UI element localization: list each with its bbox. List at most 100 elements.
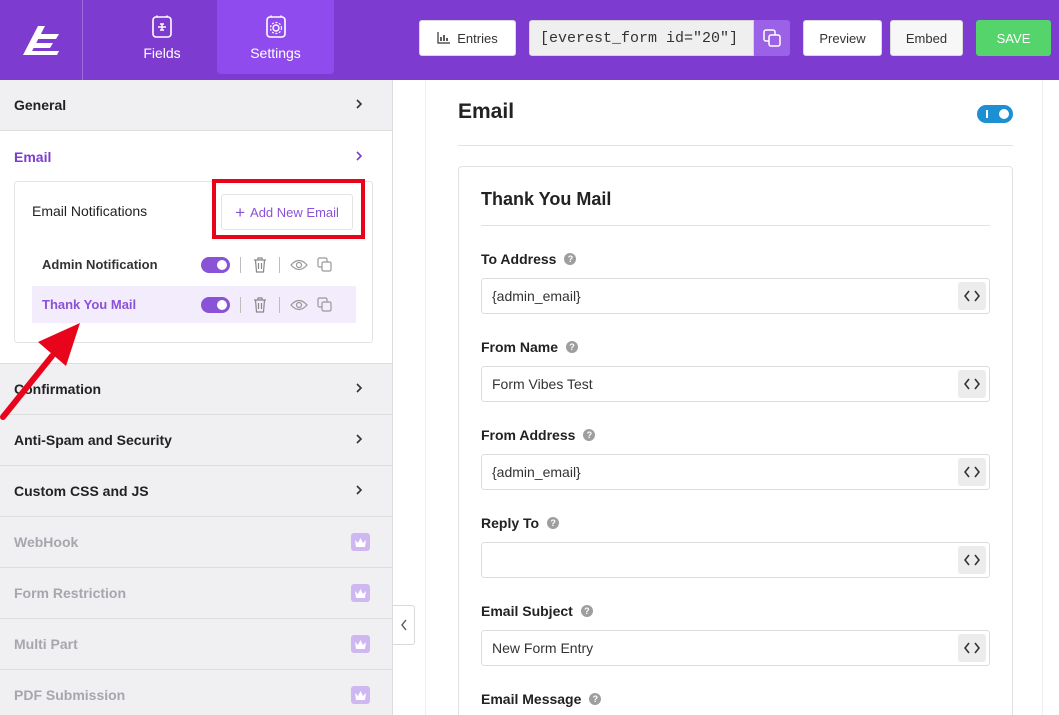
- divider: [279, 296, 280, 313]
- highlight-annotation-box: [212, 179, 365, 239]
- embed-button[interactable]: Embed: [890, 20, 963, 56]
- field-value: {admin_email}: [492, 464, 581, 480]
- notification-row-thank-you[interactable]: Thank You Mail: [32, 286, 356, 323]
- email-settings-panel: Email Thank You Mail To Address ? {admin…: [425, 80, 1043, 715]
- sidebar-item-form-restriction[interactable]: Form Restriction: [0, 568, 392, 619]
- help-icon[interactable]: ?: [564, 253, 577, 265]
- sidebar-item-label: Form Restriction: [14, 585, 127, 601]
- smart-tags-icon[interactable]: [958, 370, 986, 398]
- divider: [458, 145, 1013, 146]
- to-address-input[interactable]: {admin_email}: [481, 278, 990, 314]
- email-template-card: Thank You Mail To Address ? {admin_email…: [458, 166, 1013, 715]
- chevron-right-icon: [356, 485, 363, 495]
- email-enable-toggle[interactable]: [977, 105, 1013, 123]
- email-subject-input[interactable]: New Form Entry: [481, 630, 990, 666]
- divider: [240, 256, 241, 273]
- sidebar-item-label: PDF Submission: [14, 687, 126, 703]
- divider: [481, 225, 990, 226]
- notification-label: Admin Notification: [42, 257, 158, 272]
- trash-icon[interactable]: [251, 256, 269, 274]
- tab-settings[interactable]: Settings: [217, 0, 334, 74]
- sidebar-item-label: WebHook: [14, 534, 79, 550]
- red-arrow-annotation: [0, 323, 80, 420]
- field-value: New Form Entry: [492, 640, 594, 656]
- sidebar-item-custom-css-js[interactable]: Custom CSS and JS: [0, 466, 392, 517]
- from-address-input[interactable]: {admin_email}: [481, 454, 990, 490]
- eye-icon[interactable]: [290, 296, 308, 314]
- field-label-text: From Address: [481, 427, 576, 443]
- eye-icon[interactable]: [290, 256, 308, 274]
- smart-tags-icon[interactable]: [958, 282, 986, 310]
- settings-doc-icon: [265, 15, 286, 38]
- divider: [240, 296, 241, 313]
- tab-fields[interactable]: Fields: [107, 0, 217, 74]
- from-name-input[interactable]: Form Vibes Test: [481, 366, 990, 402]
- notification-tools: [201, 246, 334, 283]
- chevron-right-icon[interactable]: [352, 149, 366, 163]
- duplicate-icon[interactable]: [316, 296, 334, 314]
- sidebar-item-general[interactable]: General: [0, 80, 392, 131]
- chevron-right-icon: [356, 383, 363, 393]
- field-value: Form Vibes Test: [492, 376, 593, 392]
- page-title: Email: [458, 100, 515, 123]
- shortcode-field[interactable]: [everest_form id="20"]: [529, 20, 754, 56]
- tab-fields-label: Fields: [143, 44, 181, 61]
- chevron-left-icon: [400, 619, 407, 631]
- divider: [279, 256, 280, 273]
- help-icon[interactable]: ?: [589, 693, 602, 705]
- preview-button[interactable]: Preview: [803, 20, 882, 56]
- field-label-text: From Name: [481, 339, 559, 355]
- field-label-text: To Address: [481, 251, 557, 267]
- card-title: Thank You Mail: [481, 189, 612, 209]
- notification-toggle[interactable]: [201, 256, 230, 273]
- top-bar: Fields Settings Entries [everest_form id…: [0, 0, 1059, 80]
- help-icon[interactable]: ?: [580, 605, 593, 617]
- tab-settings-label: Settings: [250, 44, 301, 61]
- pro-crown-icon: [351, 533, 370, 551]
- pro-crown-icon: [351, 635, 370, 653]
- sidebar-item-label: Multi Part: [14, 636, 78, 652]
- to-address-label: To Address ?: [481, 251, 577, 267]
- smart-tags-icon[interactable]: [958, 546, 986, 574]
- chevron-right-icon: [356, 99, 363, 109]
- copy-icon: [763, 29, 781, 47]
- pro-crown-icon: [351, 686, 370, 704]
- copy-shortcode-button[interactable]: [754, 20, 790, 56]
- chevron-right-icon: [356, 434, 363, 444]
- notification-tools: [201, 286, 334, 323]
- reply-to-input[interactable]: [481, 542, 990, 578]
- help-icon[interactable]: ?: [583, 429, 596, 441]
- duplicate-icon[interactable]: [316, 256, 334, 274]
- notification-label: Thank You Mail: [42, 297, 137, 312]
- reply-to-label: Reply To ?: [481, 515, 560, 531]
- sidebar-item-email[interactable]: Email: [14, 149, 51, 165]
- entries-label: Entries: [457, 30, 498, 46]
- sidebar-item-label: Anti-Spam and Security: [14, 432, 172, 448]
- field-label-text: Reply To: [481, 515, 540, 531]
- from-address-label: From Address ?: [481, 427, 596, 443]
- notification-toggle[interactable]: [201, 296, 230, 313]
- everest-forms-logo[interactable]: [0, 0, 83, 80]
- email-message-label: Email Message ?: [481, 691, 602, 707]
- pro-crown-icon: [351, 584, 370, 602]
- field-label-text: Email Subject: [481, 603, 573, 619]
- sidebar-item-pdf-submission[interactable]: PDF Submission: [0, 670, 392, 715]
- entries-button[interactable]: Entries: [419, 20, 516, 56]
- help-icon[interactable]: ?: [547, 517, 560, 529]
- notification-row-admin[interactable]: Admin Notification: [32, 246, 356, 283]
- field-value: {admin_email}: [492, 288, 581, 304]
- smart-tags-icon[interactable]: [958, 634, 986, 662]
- collapse-sidebar-button[interactable]: [392, 605, 415, 645]
- sidebar-item-webhook[interactable]: WebHook: [0, 517, 392, 568]
- sidebar-item-multi-part[interactable]: Multi Part: [0, 619, 392, 670]
- from-name-label: From Name ?: [481, 339, 579, 355]
- save-button[interactable]: SAVE: [976, 20, 1051, 56]
- form-fields-icon: [152, 15, 172, 38]
- logo-icon: [23, 26, 59, 55]
- smart-tags-icon[interactable]: [958, 458, 986, 486]
- help-icon[interactable]: ?: [566, 341, 579, 353]
- sidebar-item-label: General: [14, 97, 67, 113]
- trash-icon[interactable]: [251, 296, 269, 314]
- sidebar-item-label: Custom CSS and JS: [14, 483, 149, 499]
- bar-chart-icon: [437, 32, 451, 44]
